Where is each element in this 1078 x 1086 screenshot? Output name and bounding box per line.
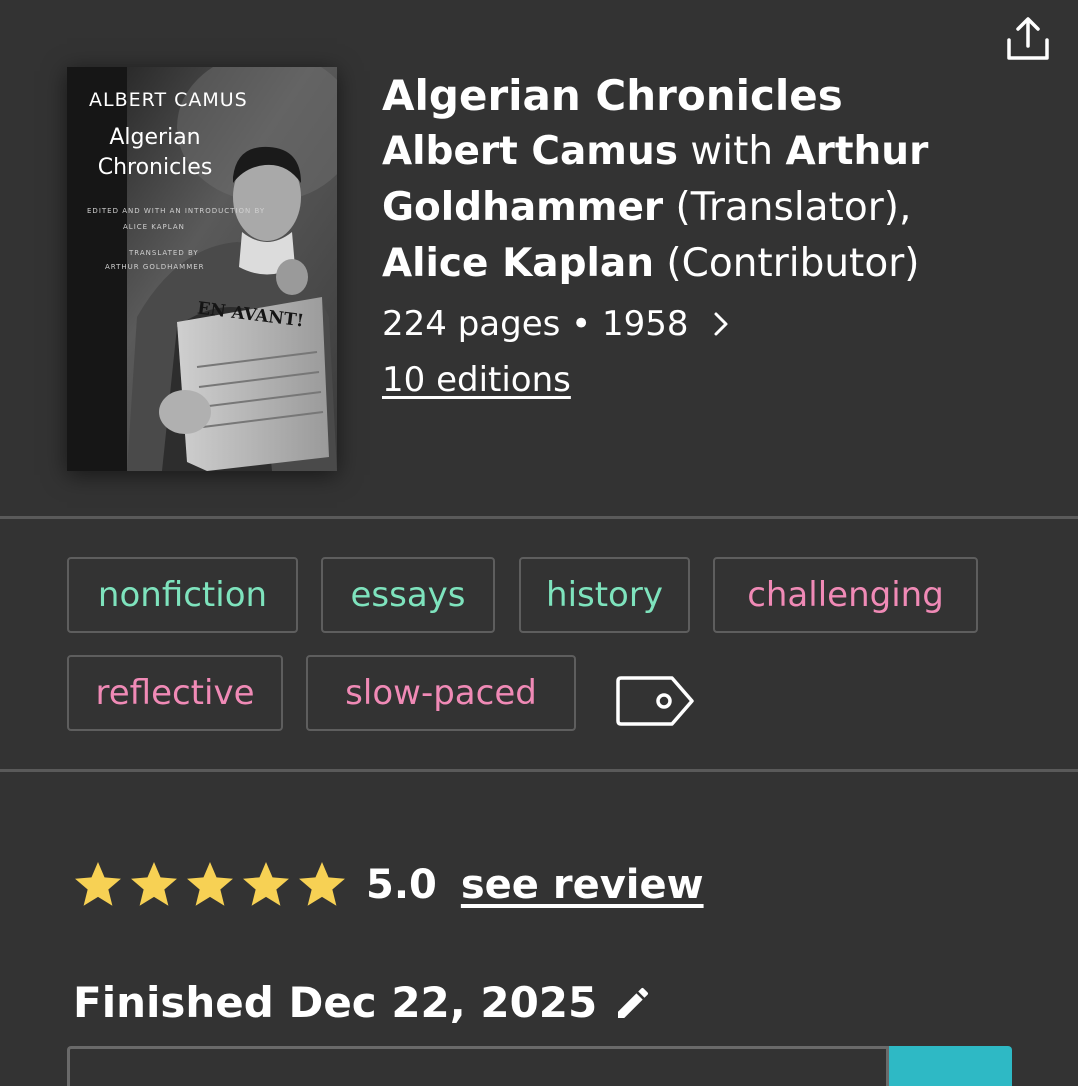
- rating-row: 5.0 see review: [70, 858, 704, 912]
- star-icon: [243, 862, 289, 906]
- book-title: Algerian Chronicles: [382, 71, 843, 120]
- cover-translated-line: TRANSLATED BY: [129, 249, 199, 257]
- star-icon: [299, 862, 345, 906]
- star-icon: [131, 862, 177, 906]
- chevron-right-icon: [714, 312, 728, 336]
- authors-with-text: with: [677, 129, 786, 174]
- pencil-icon[interactable]: [613, 983, 653, 1023]
- share-icon: [1007, 17, 1049, 60]
- cover-title-line2: Chronicles: [97, 155, 213, 180]
- book-meta: 224 pages • 1958: [382, 304, 689, 344]
- tag-reflective[interactable]: reflective: [67, 655, 283, 731]
- book-info: Algerian Chronicles Albert Camus with Ar…: [382, 68, 1042, 400]
- finished-date-row: Finished Dec 22, 2025: [73, 978, 653, 1027]
- finished-date: Finished Dec 22, 2025: [73, 978, 598, 1027]
- submit-button[interactable]: [889, 1046, 1012, 1086]
- editions-link[interactable]: 10 editions: [382, 360, 571, 400]
- contributor-link[interactable]: Alice Kaplan: [382, 241, 654, 286]
- review-input[interactable]: [67, 1046, 889, 1086]
- tag-essays[interactable]: essays: [321, 557, 495, 633]
- star-icon: [187, 862, 233, 906]
- author-link[interactable]: Albert Camus: [382, 129, 678, 174]
- cover-author: ALBERT CAMUS: [89, 89, 248, 111]
- see-review-link[interactable]: see review: [461, 862, 704, 908]
- tag-nonfiction[interactable]: nonfiction: [67, 557, 298, 633]
- tag-history[interactable]: history: [519, 557, 690, 633]
- tag-icon: [616, 676, 694, 726]
- rating-value: 5.0: [366, 862, 437, 908]
- star-rating[interactable]: [70, 858, 350, 912]
- tag-challenging[interactable]: challenging: [713, 557, 978, 633]
- contributor-role: (Contributor): [653, 241, 920, 286]
- cover-title-line1: Algerian: [109, 125, 201, 150]
- book-details-link[interactable]: 224 pages • 1958: [382, 300, 1042, 348]
- cover-editor: ALICE KAPLAN: [123, 223, 185, 231]
- divider: [0, 769, 1078, 772]
- star-icon: [75, 862, 121, 906]
- divider: [0, 516, 1078, 519]
- book-authors: Albert Camus with Arthur Goldhammer (Tra…: [382, 124, 1002, 292]
- book-cover[interactable]: ALBERT CAMUS Algerian Chronicles EDITED …: [67, 67, 337, 471]
- tag-slow-paced[interactable]: slow-paced: [306, 655, 576, 731]
- share-button[interactable]: [1004, 16, 1052, 62]
- cover-translator: ARTHUR GOLDHAMMER: [105, 263, 205, 271]
- add-tag-button[interactable]: [614, 675, 696, 727]
- translator-role: (Translator),: [663, 185, 912, 230]
- cover-title: Algerian Chronicles: [95, 123, 215, 183]
- cover-edited-line: EDITED AND WITH AN INTRODUCTION BY: [87, 207, 266, 215]
